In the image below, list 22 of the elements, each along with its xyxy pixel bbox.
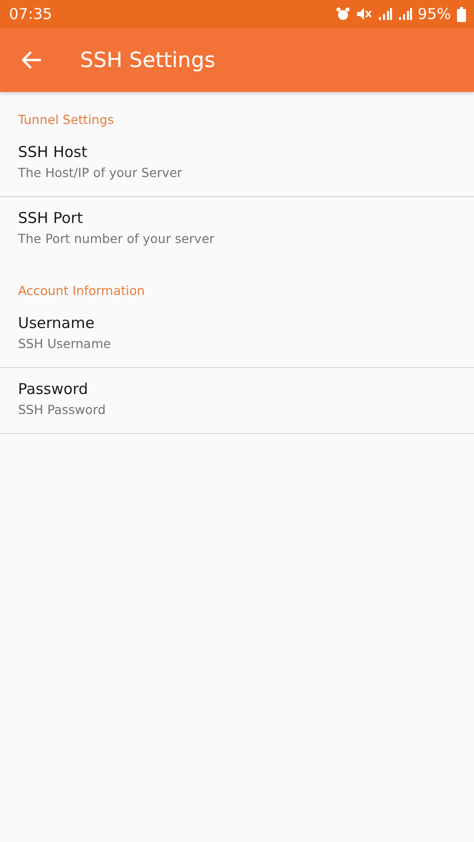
- preference-item[interactable]: SSH Port The Port number of your server: [0, 197, 474, 263]
- battery-percent: 95%: [418, 5, 451, 23]
- preference-title: Username: [18, 314, 96, 332]
- preference-summary: The Host/IP of your Server: [18, 165, 184, 180]
- section-header: Account Information: [17, 282, 146, 300]
- section-header: Tunnel Settings: [17, 111, 115, 129]
- preference-title: SSH Host: [18, 143, 88, 161]
- preference-item[interactable]: SSH Host The Host/IP of your Server: [0, 131, 474, 197]
- preference-summary: The Port number of your server: [18, 231, 216, 246]
- signal-icon: [398, 7, 412, 21]
- preference-item[interactable]: Username SSH Username: [0, 302, 474, 368]
- back-arrow-icon: [22, 51, 42, 69]
- preference-summary: SSH Username: [18, 336, 112, 351]
- screen-title: SSH Settings: [80, 48, 216, 72]
- signal-icon: [378, 7, 392, 21]
- preference-summary: SSH Password: [18, 402, 107, 417]
- mute-icon: [356, 7, 372, 21]
- preference-title: SSH Port: [18, 209, 84, 227]
- preference-item[interactable]: Password SSH Password: [0, 368, 474, 434]
- battery-icon: [457, 6, 466, 22]
- clock: 07:35: [9, 5, 52, 23]
- preference-title: Password: [18, 380, 90, 398]
